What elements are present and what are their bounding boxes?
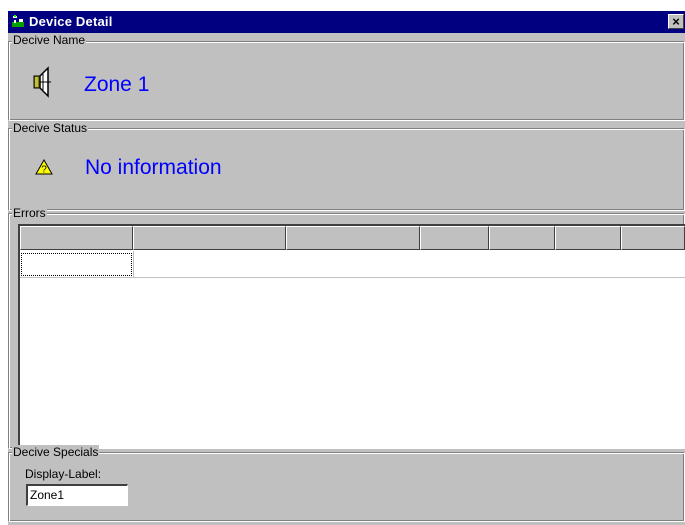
errors-table-header xyxy=(20,226,685,250)
column-header[interactable] xyxy=(420,226,489,250)
device-name-value: Zone 1 xyxy=(84,73,150,96)
svg-text:?: ? xyxy=(41,165,47,176)
device-specials-group-label: Decive Specials xyxy=(12,445,100,459)
column-header[interactable] xyxy=(286,226,420,250)
table-cell-focused[interactable] xyxy=(21,253,132,276)
close-button[interactable]: × xyxy=(668,14,684,29)
app-icon xyxy=(12,15,24,27)
device-name-group-label: Decive Name xyxy=(12,33,87,47)
display-label-caption: Display-Label: xyxy=(25,467,102,481)
table-row-divider xyxy=(20,277,685,278)
device-status-group-label: Decive Status xyxy=(12,121,89,135)
device-detail-window: Device Detail × Decive Name Zone 1 Deciv… xyxy=(8,11,685,525)
column-header[interactable] xyxy=(489,226,555,250)
window-title: Device Detail xyxy=(29,14,113,29)
speaker-icon xyxy=(33,66,51,98)
column-header[interactable] xyxy=(555,226,621,250)
column-header[interactable] xyxy=(621,226,685,250)
column-header[interactable] xyxy=(20,226,133,250)
errors-table[interactable] xyxy=(18,224,685,448)
errors-group-label: Errors xyxy=(12,206,47,220)
title-bar[interactable]: Device Detail × xyxy=(8,11,685,33)
table-column-divider xyxy=(133,251,134,277)
warning-icon: ? xyxy=(35,159,53,175)
device-status-value: No information xyxy=(85,156,222,179)
display-label-input[interactable]: Zone1 xyxy=(26,484,128,506)
column-header[interactable] xyxy=(133,226,286,250)
